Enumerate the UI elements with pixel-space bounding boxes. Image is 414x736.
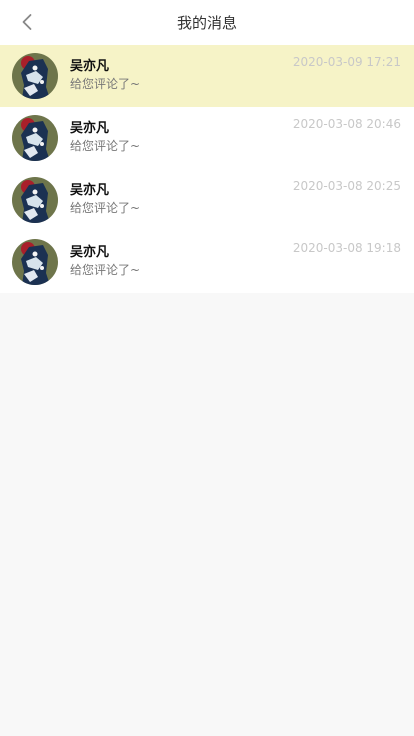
empty-space <box>0 293 414 735</box>
page-title: 我的消息 <box>176 14 237 32</box>
avatar[interactable] <box>12 53 58 99</box>
chevron-left-icon <box>22 14 32 30</box>
message-text: 给您评论了~ <box>70 263 141 277</box>
message-item[interactable]: 吴亦凡 给您评论了~ 2020-03-08 19:18 <box>0 231 414 293</box>
message-item[interactable]: 吴亦凡 给您评论了~ 2020-03-09 17:21 <box>0 45 414 107</box>
message-time: 2020-03-08 19:18 <box>292 241 401 255</box>
message-text: 给您评论了~ <box>70 139 141 153</box>
message-text: 给您评论了~ <box>70 77 141 91</box>
avatar[interactable] <box>12 115 58 161</box>
message-time: 2020-03-08 20:25 <box>292 179 401 193</box>
sender-name: 吴亦凡 <box>70 183 110 198</box>
message-item[interactable]: 吴亦凡 给您评论了~ 2020-03-08 20:46 <box>0 107 414 169</box>
message-item[interactable]: 吴亦凡 给您评论了~ 2020-03-08 20:25 <box>0 169 414 231</box>
avatar[interactable] <box>12 177 58 223</box>
sender-name: 吴亦凡 <box>70 59 110 74</box>
top-bar: 我的消息 <box>0 0 414 45</box>
avatar[interactable] <box>12 239 58 285</box>
message-list: 吴亦凡 给您评论了~ 2020-03-09 17:21 吴亦凡 给您评论了~ 2… <box>0 45 414 293</box>
sender-name: 吴亦凡 <box>70 121 110 136</box>
message-time: 2020-03-08 20:46 <box>292 117 401 131</box>
message-text: 给您评论了~ <box>70 201 141 215</box>
back-button[interactable] <box>14 8 42 36</box>
sender-name: 吴亦凡 <box>70 245 110 260</box>
message-time: 2020-03-09 17:21 <box>292 55 401 69</box>
